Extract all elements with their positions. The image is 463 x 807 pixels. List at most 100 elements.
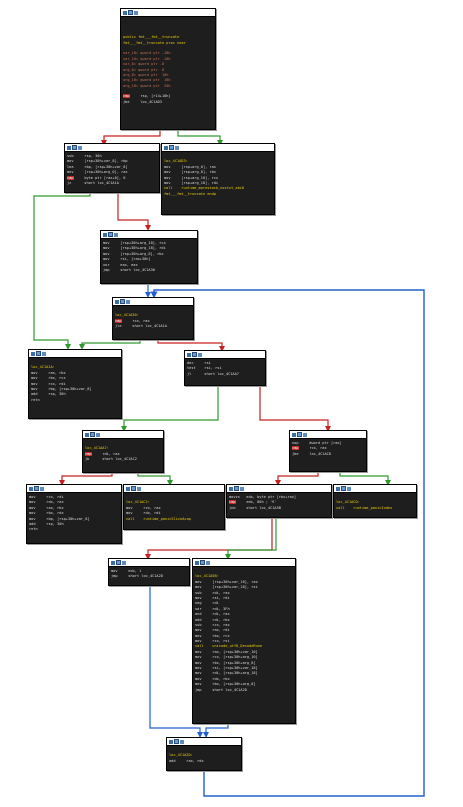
graph-icon[interactable] xyxy=(67,145,71,150)
graph-icon[interactable] xyxy=(123,10,127,15)
node-header[interactable] xyxy=(124,485,224,493)
table-icon[interactable] xyxy=(134,10,138,15)
pencil-icon[interactable] xyxy=(36,351,41,356)
pencil-icon[interactable] xyxy=(120,299,125,304)
node-header[interactable] xyxy=(185,351,265,359)
pencil-icon[interactable] xyxy=(108,232,113,237)
graph-icon[interactable] xyxy=(115,299,119,304)
asm-line[interactable]: jz short loc_4C1A1A xyxy=(67,181,157,186)
table-icon[interactable] xyxy=(303,432,307,437)
edge-true xyxy=(137,472,173,486)
block-loop[interactable]: loc_4C1A30: cmp rcx, rax jle short loc_4C1… xyxy=(112,297,194,340)
block-ret2[interactable]: mov rcx, rdi mov rdx, rax mov rax, rbx mov … xyxy=(26,484,122,544)
pencil-icon[interactable] xyxy=(234,486,239,491)
asm-line[interactable]: retn xyxy=(31,398,119,403)
table-icon[interactable] xyxy=(206,560,210,565)
ida-graph-view[interactable]: public fmt___fmt__truncate fmt___fmt__tru… xyxy=(0,0,463,807)
asm-line[interactable]: call runtime_panicSliceAcap xyxy=(126,517,222,522)
table-icon[interactable] xyxy=(240,486,244,491)
block-loc-4c1a5b[interactable]: loc_4C1A5B: mov [rsp+30h+var_10], rax mov … xyxy=(192,558,296,724)
block-loc-4c1acd[interactable]: loc_4C1ACD: call runtime_panicIndex xyxy=(333,484,417,518)
node-header[interactable] xyxy=(65,144,159,152)
block-morestack[interactable]: loc_4C1AD3: mov [rsp+arg_0], rax mov [rsp+… xyxy=(161,143,275,215)
node-disassembly: sub rsp, 30h mov [rsp+30h+var_8], rbp lea … xyxy=(65,152,159,188)
pencil-icon[interactable] xyxy=(128,10,133,15)
block-spill[interactable]: mov [rsp+30h+arg_10], rcx mov [rsp+30h+ar… xyxy=(100,230,198,284)
node-header[interactable] xyxy=(113,298,193,306)
graph-icon[interactable] xyxy=(29,486,33,491)
node-header[interactable] xyxy=(227,485,331,493)
pencil-icon[interactable] xyxy=(90,432,95,437)
block-entry[interactable]: public fmt___fmt__truncate fmt___fmt__tru… xyxy=(120,8,216,130)
asm-line[interactable]: jle short loc_4C1A1A xyxy=(115,324,191,329)
asm-line[interactable]: add rax, rdx xyxy=(169,759,239,764)
asm-line[interactable]: jb short loc_4C1AC2 xyxy=(85,457,161,462)
asm-line[interactable]: call runtime_panicIndex xyxy=(336,506,414,511)
graph-icon[interactable] xyxy=(187,352,191,357)
block-movzx[interactable]: movzx edx, byte ptr [rbx+rax] cmp edx, 80… xyxy=(226,484,332,518)
graph-icon[interactable] xyxy=(229,486,233,491)
graph-icon[interactable] xyxy=(195,560,199,565)
node-header[interactable] xyxy=(29,350,121,358)
asm-line[interactable]: fmt___fmt__truncate endp xyxy=(164,192,272,197)
edge-true xyxy=(177,130,223,146)
block-nop[interactable]: nop dword ptr [rax] cmp rcx, rax jbe loc_4… xyxy=(289,430,367,472)
graph-icon[interactable] xyxy=(292,432,296,437)
table-icon[interactable] xyxy=(78,145,82,150)
block-loc-4c1aa7[interactable]: loc_4C1AA7: cmp rdi, rax jb short loc_4C1A… xyxy=(82,430,164,473)
graph-icon[interactable] xyxy=(111,560,115,565)
asm-line[interactable]: jbe loc_4C1ACD xyxy=(292,452,364,457)
pencil-icon[interactable] xyxy=(341,486,346,491)
node-header[interactable] xyxy=(27,485,121,493)
pencil-icon[interactable] xyxy=(200,560,205,565)
pencil-icon[interactable] xyxy=(131,486,136,491)
pencil-icon[interactable] xyxy=(72,145,77,150)
block-loc-4c1ac2[interactable]: loc_4C1AC2: mov rcx, rax mov rdx, rdi call … xyxy=(123,484,225,530)
table-icon[interactable] xyxy=(180,739,184,744)
node-header[interactable] xyxy=(83,431,163,439)
pencil-icon[interactable] xyxy=(174,739,179,744)
table-icon[interactable] xyxy=(114,232,118,237)
graph-icon[interactable] xyxy=(336,486,340,491)
table-icon[interactable] xyxy=(137,486,141,491)
node-header[interactable] xyxy=(162,144,274,152)
table-icon[interactable] xyxy=(42,351,46,356)
node-header[interactable] xyxy=(101,231,197,239)
pencil-icon[interactable] xyxy=(116,560,121,565)
table-icon[interactable] xyxy=(347,486,351,491)
asm-line[interactable]: jnb short loc_4C1A5B xyxy=(229,506,329,511)
graph-icon[interactable] xyxy=(103,232,107,237)
graph-icon[interactable] xyxy=(164,145,168,150)
block-loc-4c1a2d[interactable]: loc_4C1A2D: add rax, rdx xyxy=(166,737,242,771)
graph-icon[interactable] xyxy=(85,432,89,437)
block-dec[interactable]: dec rsi test rsi, rsi jl short loc_4C1AA7 xyxy=(184,350,266,386)
pencil-icon[interactable] xyxy=(34,486,39,491)
pencil-icon[interactable] xyxy=(169,145,174,150)
table-icon[interactable] xyxy=(175,145,179,150)
node-header[interactable] xyxy=(193,559,295,567)
block-inc[interactable]: mov edx, 1 jmp short loc_4C1A2D xyxy=(108,558,190,586)
graph-icon[interactable] xyxy=(126,486,130,491)
asm-line[interactable]: jmp short loc_4C1A2D xyxy=(111,574,187,579)
node-header[interactable] xyxy=(334,485,416,493)
node-header[interactable] xyxy=(290,431,366,439)
table-icon[interactable] xyxy=(40,486,44,491)
asm-line[interactable]: jl short loc_4C1AA7 xyxy=(187,372,263,377)
node-header[interactable] xyxy=(167,738,241,746)
block-prologue[interactable]: sub rsp, 30h mov [rsp+30h+var_8], rbp lea … xyxy=(64,143,160,193)
block-ret1[interactable]: loc_4C1A1A: mov rax, rbx mov rbx, rcx mov r… xyxy=(28,349,122,419)
asm-line[interactable]: retn xyxy=(29,527,119,532)
node-header[interactable] xyxy=(121,9,215,17)
table-icon[interactable] xyxy=(198,352,202,357)
asm-line[interactable]: jmp short loc_4C1A2D xyxy=(195,688,293,693)
pencil-icon[interactable] xyxy=(192,352,197,357)
graph-icon[interactable] xyxy=(169,739,173,744)
table-icon[interactable] xyxy=(122,560,126,565)
node-header[interactable] xyxy=(109,559,189,567)
graph-icon[interactable] xyxy=(31,351,35,356)
table-icon[interactable] xyxy=(96,432,100,437)
asm-line[interactable]: jmp short loc_4C1A30 xyxy=(103,268,195,273)
asm-line[interactable]: jbe loc_4C1AD3 xyxy=(123,100,213,105)
pencil-icon[interactable] xyxy=(297,432,302,437)
table-icon[interactable] xyxy=(126,299,130,304)
